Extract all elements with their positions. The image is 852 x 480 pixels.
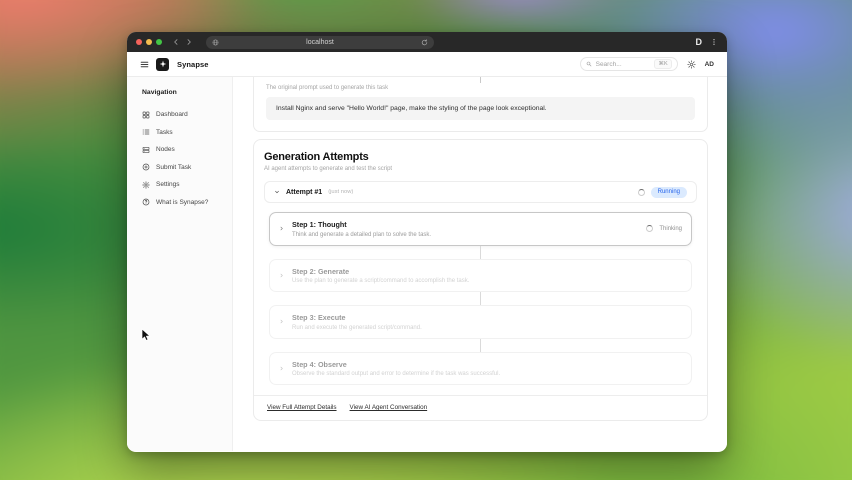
sidebar-item-label: Tasks bbox=[156, 128, 173, 136]
titlebar-right: D bbox=[696, 37, 719, 47]
attempt-accordion-toggle[interactable]: Attempt #1 (just now) Running bbox=[264, 181, 697, 203]
chevron-right-icon bbox=[280, 226, 283, 231]
generation-attempts-card: Generation Attempts AI agent attempts to… bbox=[253, 139, 708, 421]
step-card-observe[interactable]: Step 4: Observe Observe the standard out… bbox=[269, 351, 692, 385]
sidebar-item-tasks[interactable]: Tasks bbox=[142, 124, 226, 142]
step-description: Run and execute the generated script/com… bbox=[292, 324, 422, 331]
browser-window: localhost D Synapse ⌘K AD Navigation bbox=[127, 32, 727, 452]
browser-profile-icon[interactable]: D bbox=[696, 37, 703, 47]
app-header: Synapse ⌘K AD bbox=[127, 52, 727, 77]
mouse-cursor bbox=[141, 328, 151, 341]
section-subtitle: AI agent attempts to generate and test t… bbox=[264, 166, 393, 172]
spinner-icon bbox=[637, 188, 645, 196]
kebab-menu-icon[interactable] bbox=[710, 37, 718, 47]
task-prompt-card: The original prompt used to generate thi… bbox=[253, 77, 708, 132]
step-title: Step 3: Execute bbox=[292, 313, 346, 322]
browser-titlebar: localhost D bbox=[127, 32, 727, 52]
header-actions: ⌘K AD bbox=[579, 57, 714, 71]
tasks-list-icon bbox=[142, 129, 150, 135]
globe-icon bbox=[212, 39, 219, 45]
attempt-timestamp: (just now) bbox=[328, 189, 354, 195]
step-description: Use the plan to generate a script/comman… bbox=[292, 278, 470, 284]
step-title: Step 2: Generate bbox=[292, 266, 350, 276]
plus-circle-icon bbox=[142, 163, 150, 171]
prompt-caption: The original prompt used to generate thi… bbox=[266, 85, 389, 91]
step-title: Step 1: Thought bbox=[292, 220, 347, 229]
step-title: Step 4: Observe bbox=[292, 359, 347, 369]
view-ai-agent-conversation-link[interactable]: View AI Agent Conversation bbox=[350, 404, 428, 411]
sidebar-item-dashboard[interactable]: Dashboard bbox=[142, 106, 226, 124]
step-card-generate[interactable]: Step 2: Generate Use the plan to generat… bbox=[269, 258, 692, 292]
step-description: Think and generate a detailed plan to so… bbox=[292, 231, 432, 238]
sidebar-item-nodes[interactable]: Nodes bbox=[142, 141, 226, 159]
gear-icon[interactable] bbox=[686, 59, 696, 69]
step-connector bbox=[480, 292, 481, 305]
chevron-right-icon bbox=[280, 366, 283, 371]
sidebar-item-submit-task[interactable]: Submit Task bbox=[142, 159, 226, 177]
forward-icon[interactable] bbox=[185, 38, 193, 46]
window-controls bbox=[136, 39, 162, 45]
sidebar-item-what-is-synapse[interactable]: What is Synapse? bbox=[142, 194, 226, 212]
step-card-execute[interactable]: Step 3: Execute Run and execute the gene… bbox=[269, 305, 692, 339]
app-title: Synapse bbox=[177, 59, 209, 69]
menu-icon[interactable] bbox=[140, 60, 149, 69]
step-connector bbox=[480, 338, 481, 352]
step-connector bbox=[480, 245, 481, 259]
running-status-badge: Running bbox=[650, 186, 687, 198]
task-prompt-text: Install Nginx and serve "Hello World!" p… bbox=[266, 97, 695, 120]
search-shortcut-badge: ⌘K bbox=[654, 59, 672, 69]
dashboard-grid-icon bbox=[142, 111, 150, 119]
attempt-label: Attempt #1 bbox=[286, 188, 323, 196]
close-window-button[interactable] bbox=[136, 39, 142, 45]
chevron-right-icon bbox=[280, 273, 283, 278]
chevron-right-icon bbox=[280, 319, 283, 324]
chevron-down-icon bbox=[275, 190, 279, 194]
search-input[interactable] bbox=[595, 60, 651, 68]
gear-icon bbox=[142, 181, 150, 189]
section-divider-tick bbox=[480, 77, 481, 83]
sidebar-section-label: Navigation bbox=[142, 89, 177, 96]
help-circle-icon bbox=[142, 198, 150, 206]
main-content: The original prompt used to generate thi… bbox=[233, 77, 727, 451]
app-body: Navigation Dashboard Tasks Nodes Submit … bbox=[127, 77, 727, 451]
search-icon bbox=[586, 61, 591, 67]
avatar[interactable]: AD bbox=[705, 61, 714, 68]
sidebar-item-label: What is Synapse? bbox=[156, 198, 209, 206]
reload-icon[interactable] bbox=[421, 38, 428, 46]
step-status: Thinking bbox=[659, 225, 682, 232]
spinner-icon bbox=[646, 225, 654, 233]
sidebar: Navigation Dashboard Tasks Nodes Submit … bbox=[127, 77, 233, 451]
nodes-stack-icon bbox=[142, 146, 150, 153]
section-title: Generation Attempts bbox=[264, 151, 369, 163]
sidebar-item-label: Nodes bbox=[156, 146, 175, 154]
sidebar-item-label: Dashboard bbox=[156, 111, 188, 119]
back-icon[interactable] bbox=[172, 38, 180, 46]
address-url: localhost bbox=[306, 38, 334, 46]
step-card-thought[interactable]: Step 1: Thought Think and generate a det… bbox=[269, 212, 692, 246]
view-full-attempt-details-link[interactable]: View Full Attempt Details bbox=[267, 404, 337, 411]
search-input-wrapper[interactable]: ⌘K bbox=[579, 57, 678, 71]
attempt-footer: View Full Attempt Details View AI Agent … bbox=[254, 395, 707, 420]
steps-list: Step 1: Thought Think and generate a det… bbox=[264, 203, 697, 385]
zoom-window-button[interactable] bbox=[156, 39, 162, 45]
sidebar-item-label: Settings bbox=[156, 181, 180, 189]
address-bar[interactable]: localhost bbox=[206, 35, 434, 49]
sidebar-item-settings[interactable]: Settings bbox=[142, 176, 226, 194]
synapse-logo-icon bbox=[156, 57, 169, 71]
step-description: Observe the standard output and error to… bbox=[292, 371, 501, 377]
minimize-window-button[interactable] bbox=[146, 39, 152, 45]
sidebar-item-label: Submit Task bbox=[156, 163, 192, 171]
